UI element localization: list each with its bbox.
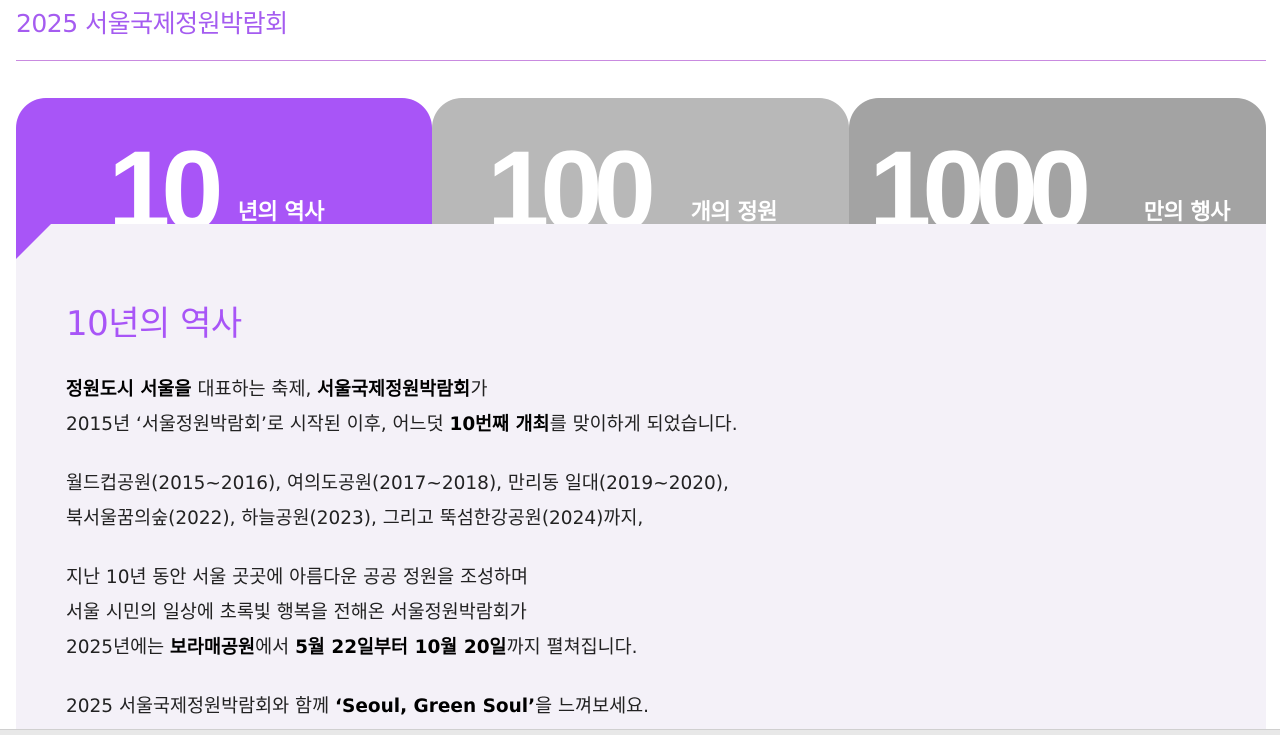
bold-text: 보라매공원 [170, 637, 256, 658]
text: 북서울꿈의숲(2022), 하늘공원(2023), 그리고 뚝섬한강공원(202… [66, 508, 644, 529]
site-header: 2025 서울국제정원박람회 [16, 0, 1266, 61]
text: 2025 서울국제정원박람회와 함께 [66, 696, 335, 717]
schedule-paragraph: 지난 10년 동안 서울 곳곳에 아름다운 공공 정원을 조성하며 서울 시민의… [66, 560, 1216, 665]
text: 를 맞이하게 되었습니다. [549, 414, 738, 435]
tab-gardens-label: 개의 정원 [691, 200, 778, 224]
bold-text: 10번째 개최 [449, 414, 550, 435]
bold-text: 서울국제정원박람회 [317, 379, 471, 400]
tab-events-number: 1000 [869, 128, 1091, 225]
venues-paragraph: 월드컵공원(2015~2016), 여의도공원(2017~2018), 만리동 … [66, 466, 1216, 536]
intro-paragraph: 정원도시 서울을 대표하는 축제, 서울국제정원박람회가 2015년 ‘서울정원… [66, 372, 1216, 442]
text: 2015년 ‘서울정원박람회’로 시작된 이후, 어느덧 [66, 414, 450, 435]
tab-history-label: 년의 역사 [238, 200, 325, 224]
tab-events[interactable]: 1000 만의 행사 [849, 98, 1266, 224]
text: 을 느껴보세요. [535, 696, 650, 717]
tab-gardens-number: 100 [487, 128, 656, 225]
tab-events-label: 만의 행사 [1144, 200, 1231, 224]
panel-content: 정원도시 서울을 대표하는 축제, 서울국제정원박람회가 2015년 ‘서울정원… [66, 372, 1216, 748]
text: 가 [470, 379, 488, 400]
stats-tabs: 10 년의 역사 100 개의 정원 1000 만의 행사 [16, 98, 1266, 224]
text: 월드컵공원(2015~2016), 여의도공원(2017~2018), 만리동 … [66, 473, 729, 494]
bold-text: 5월 22일부터 10월 20일 [295, 637, 507, 658]
text: 서울 시민의 일상에 초록빛 행복을 전해온 서울정원박람회가 [66, 602, 527, 623]
site-title[interactable]: 2025 서울국제정원박람회 [16, 4, 288, 40]
bold-text: ‘Seoul, Green Soul’ [334, 696, 536, 717]
text: 대표하는 축제, [191, 379, 318, 400]
tab-panel: 10년의 역사 정원도시 서울을 대표하는 축제, 서울국제정원박람회가 201… [16, 224, 1266, 734]
tab-gardens[interactable]: 100 개의 정원 [432, 98, 849, 224]
text: 까지 펼쳐집니다. [506, 637, 638, 658]
bold-text: 정원도시 서울을 [66, 379, 192, 400]
text: 지난 10년 동안 서울 곳곳에 아름다운 공공 정원을 조성하며 [66, 567, 529, 588]
text: 2025년에는 [66, 637, 171, 658]
tab-corner-decoration [16, 223, 52, 259]
text: 에서 [255, 637, 296, 658]
slogan-paragraph: 2025 서울국제정원박람회와 함께 ‘Seoul, Green Soul’을 … [66, 689, 1216, 724]
tab-history[interactable]: 10 년의 역사 [16, 98, 432, 224]
tab-history-number: 10 [108, 128, 224, 225]
horizontal-scrollbar[interactable] [0, 729, 1280, 735]
panel-title: 10년의 역사 [66, 304, 242, 344]
